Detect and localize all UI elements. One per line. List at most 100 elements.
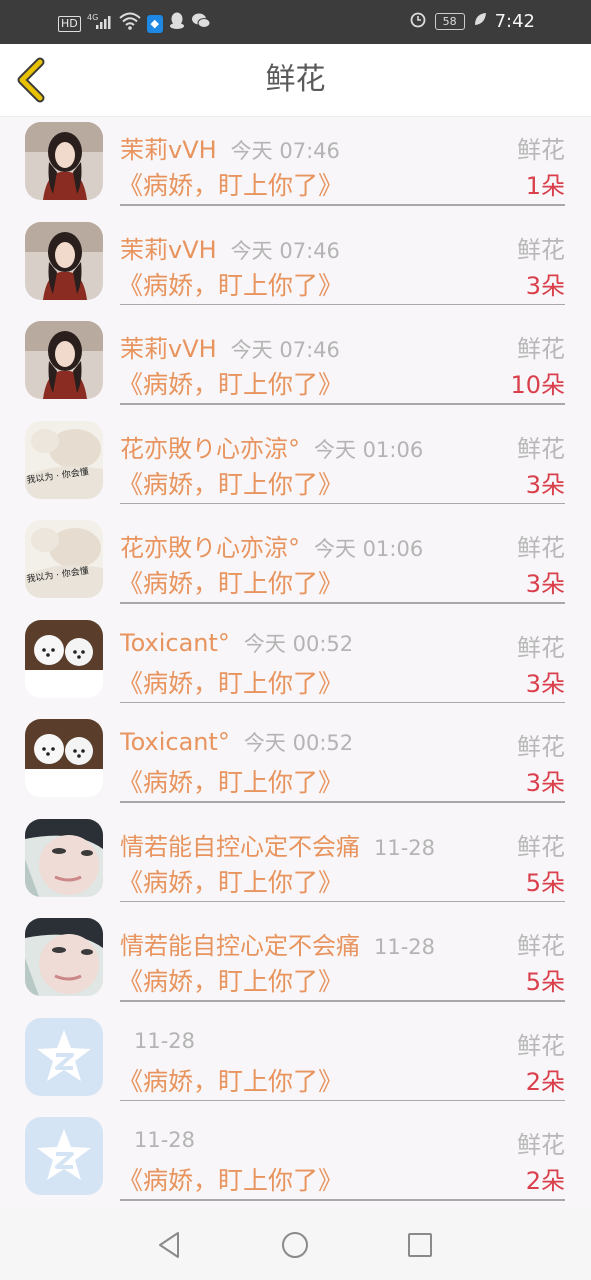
flower-count: 3朵	[525, 271, 565, 300]
list-item[interactable]: 茉莉vVH 今天 07:46 鲜花《病娇，盯上你了》 3朵	[0, 216, 591, 316]
clock: 7:42	[494, 11, 535, 32]
sender-name: 花亦敗り心亦涼°	[120, 434, 300, 463]
gift-type: 鲜花	[517, 434, 565, 463]
avatar[interactable]	[25, 321, 103, 399]
avatar[interactable]	[25, 1017, 103, 1096]
avatar[interactable]	[25, 1117, 103, 1195]
list-item[interactable]: 茉莉vVH 今天 07:46 鲜花《病娇，盯上你了》 10朵	[0, 315, 591, 415]
hd-icon: HD	[58, 15, 81, 32]
page-title: 鲜花	[265, 62, 326, 97]
flower-count: 5朵	[525, 868, 565, 897]
status-right-icons: 58 7:42	[409, 10, 535, 33]
list-item[interactable]: 我以为 · 你会懂 花亦敗り心亦涼° 今天 01:06 鲜花《病娇，盯上你了》 3朵	[0, 415, 591, 515]
divider	[120, 602, 565, 604]
sender-line: 情若能自控心定不会痛 11-28	[120, 926, 435, 961]
divider	[120, 900, 565, 902]
send-time: 今天 01:06	[314, 437, 424, 462]
nav-recents-button[interactable]	[403, 1228, 437, 1262]
sender-line: 花亦敗り心亦涼° 今天 01:06	[120, 528, 423, 563]
send-time: 11-28	[134, 1028, 196, 1053]
list-item[interactable]: 11-28 鲜花 《病娇，盯上你了》 2朵	[0, 1012, 591, 1112]
recents-square-icon	[408, 1233, 432, 1257]
avatar[interactable]	[25, 818, 103, 897]
status-bar: HD 4G ◆ 58 7:42	[0, 0, 591, 44]
svg-text:4G: 4G	[87, 13, 98, 22]
gift-type: 鲜花	[517, 633, 565, 662]
list-item[interactable]: Toxicant° 今天 00:52 鲜花《病娇，盯上你了》 3朵	[0, 713, 591, 813]
sender-line: 茉莉vVH 今天 07:46	[120, 130, 340, 165]
divider	[120, 801, 565, 803]
flower-count: 3朵	[525, 570, 565, 598]
system-nav-bar	[0, 1210, 591, 1280]
book-title[interactable]: 《病娇，盯上你了》	[118, 962, 343, 998]
send-time: 今天 07:46	[230, 338, 340, 362]
list-item[interactable]: 我以为 · 你会懂 花亦敗り心亦涼° 今天 01:06 鲜花《病娇，盯上你了》 3朵	[0, 514, 591, 614]
divider	[120, 1000, 565, 1002]
gift-type: 鲜花	[517, 335, 565, 363]
flower-record-list: 茉莉vVH 今天 07:46 鲜花 《病娇，盯上你了》 1朵 茉莉vVH 今天 07:46 鲜…	[0, 116, 591, 1211]
list-item[interactable]: 11-28 鲜花《病娇，盯上你了》 2朵	[0, 1111, 591, 1211]
sender-name: 茉莉vVH	[120, 335, 217, 363]
list-item[interactable]: 茉莉vVH 今天 07:46 鲜花 《病娇，盯上你了》 1朵	[0, 116, 591, 216]
avatar[interactable]	[25, 221, 103, 300]
book-title[interactable]: 《病娇，盯上你了》	[118, 365, 343, 401]
nav-home-button[interactable]	[278, 1228, 312, 1262]
sender-name: 花亦敗り心亦涼°	[120, 534, 300, 562]
divider	[120, 1099, 565, 1101]
book-title[interactable]: 《病娇，盯上你了》	[118, 465, 343, 501]
book-title[interactable]: 《病娇，盯上你了》	[118, 763, 343, 799]
flower-count: 3朵	[525, 470, 565, 499]
gift-type: 鲜花	[517, 235, 565, 264]
avatar[interactable]	[25, 122, 103, 200]
gift-type: 鲜花	[517, 832, 565, 861]
send-time: 今天 07:46	[230, 238, 340, 263]
gift-type: 鲜花	[517, 733, 565, 761]
send-time: 今天 07:46	[230, 139, 340, 163]
qq-icon	[169, 12, 185, 35]
shield-icon: ◆	[146, 14, 163, 33]
avatar[interactable]	[25, 619, 103, 698]
sender-name: Toxicant°	[120, 728, 230, 756]
gift-type: 鲜花	[517, 932, 565, 960]
send-time: 11-28	[134, 1128, 196, 1152]
back-triangle-icon	[159, 1232, 179, 1258]
flower-count: 2朵	[525, 1167, 565, 1195]
book-title[interactable]: 《病娇，盯上你了》	[118, 1161, 343, 1197]
list-item[interactable]: Toxicant° 今天 00:52 鲜花 《病娇，盯上你了》 3朵	[0, 614, 591, 714]
sender-line: 茉莉vVH 今天 07:46	[120, 329, 340, 364]
nav-back-button[interactable]	[154, 1228, 188, 1262]
sender-line: 11-28	[120, 1125, 195, 1153]
app-header: 鲜花	[0, 44, 591, 117]
flower-count: 10朵	[510, 371, 565, 399]
gift-type: 鲜花	[517, 534, 565, 562]
sender-line: Toxicant° 今天 00:52	[120, 727, 353, 757]
book-title[interactable]: 《病娇，盯上你了》	[118, 664, 343, 700]
list-item[interactable]: 情若能自控心定不会痛 11-28 鲜花 《病娇，盯上你了》 5朵	[0, 813, 591, 913]
sender-name: 茉莉vVH	[120, 235, 217, 264]
flower-count: 1朵	[525, 172, 565, 200]
wechat-icon	[191, 12, 211, 35]
book-title[interactable]: 《病娇，盯上你了》	[118, 166, 343, 202]
avatar[interactable]	[25, 918, 103, 996]
send-time: 今天 00:52	[243, 731, 354, 755]
list-item[interactable]: 情若能自控心定不会痛 11-28 鲜花 《病娇，盯上你了》 5朵	[0, 912, 591, 1012]
sender-name: 茉莉vVH	[120, 136, 217, 164]
flower-count: 3朵	[525, 769, 565, 797]
battery-indicator: 58	[434, 13, 465, 30]
divider	[120, 403, 565, 405]
flower-count: 2朵	[525, 1067, 565, 1096]
book-title[interactable]: 《病娇，盯上你了》	[118, 1062, 343, 1098]
gift-type: 鲜花	[517, 1131, 565, 1159]
avatar[interactable]	[25, 719, 103, 797]
sender-line: 11-28	[120, 1026, 195, 1054]
book-title[interactable]: 《病娇，盯上你了》	[118, 266, 343, 302]
avatar[interactable]: 我以为 · 你会懂	[25, 420, 103, 499]
sender-name: 情若能自控心定不会痛	[120, 832, 360, 861]
avatar[interactable]: 我以为 · 你会懂	[25, 520, 103, 598]
book-title[interactable]: 《病娇，盯上你了》	[118, 564, 343, 600]
leaf-icon	[473, 11, 487, 32]
wifi-icon	[119, 12, 141, 35]
divider	[120, 1199, 565, 1201]
home-circle-icon	[282, 1232, 308, 1258]
book-title[interactable]: 《病娇，盯上你了》	[118, 863, 343, 899]
